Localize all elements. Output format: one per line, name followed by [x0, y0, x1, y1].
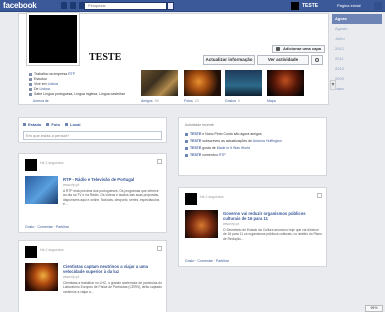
- map-thumbnail[interactable]: [267, 70, 304, 96]
- post-actions[interactable]: Gosto · Comentar · Partilhar: [25, 225, 69, 229]
- timeline-nav-item[interactable]: Agora: [332, 14, 382, 24]
- activity-row: TESTE e Nuno Pinto Couto são agora amigos: [185, 132, 262, 136]
- post-time[interactable]: Há 2 segundos: [40, 161, 64, 165]
- language-icon: [29, 93, 32, 96]
- add-cover-button[interactable]: Adicionar uma capa: [272, 45, 325, 53]
- friends-label[interactable]: Amigos 95: [141, 99, 159, 103]
- tab-photo[interactable]: Foto: [46, 122, 60, 127]
- timeline-nav-item[interactable]: 2011: [332, 54, 382, 64]
- timeline-post: Há 2 segundos Governo vai reduzir organi…: [178, 187, 327, 267]
- comment-icon: [185, 153, 188, 157]
- activity-title: Actividade recente: [185, 123, 214, 127]
- profile-info: Trabalha na empresa RTP Estudou Vive em Li…: [29, 72, 125, 97]
- work-link[interactable]: RTP: [68, 72, 75, 77]
- friends-icon: [185, 132, 188, 136]
- edit-post-icon[interactable]: [317, 193, 322, 198]
- activity-row: TESTE subscreveu as actualizações de Arian…: [185, 139, 282, 143]
- settings-button[interactable]: [311, 55, 323, 65]
- activity-row: TESTE gosta de Made in It Was World: [185, 146, 250, 150]
- account-menu-button[interactable]: [374, 2, 382, 10]
- status-composer: Estado Foto Local Em que estás a pensar?: [18, 117, 167, 143]
- like-icon: [185, 146, 188, 150]
- timeline-nav-item[interactable]: 2009: [332, 74, 382, 84]
- user-name-link[interactable]: TESTE: [302, 3, 318, 9]
- timeline-post: Há 2 segundos Cientistas captam neutrino…: [18, 240, 167, 312]
- timeline-nav-item[interactable]: 2010: [332, 64, 382, 74]
- timeline-nav: Agora Agosto Julho 2012 2011 2010 2009 N…: [332, 14, 382, 94]
- location-icon: [29, 88, 32, 91]
- timeline-nav-item[interactable]: 2012: [332, 44, 382, 54]
- status-input[interactable]: Em que estás a pensar?: [23, 131, 162, 140]
- update-info-button[interactable]: Actualizar informação: [203, 55, 255, 65]
- link-thumbnail[interactable]: [25, 263, 58, 291]
- activity-row: TESTE comentou RTP: [185, 153, 226, 157]
- camera-icon: [276, 47, 280, 51]
- briefcase-icon: [29, 73, 32, 76]
- post-avatar[interactable]: [25, 246, 37, 258]
- home-icon: [29, 83, 32, 86]
- facebook-logo[interactable]: facebook: [3, 1, 37, 10]
- post-avatar[interactable]: [25, 159, 37, 171]
- link-url: www.rtp.pt: [63, 183, 80, 187]
- view-activity-button[interactable]: Ver actividade: [257, 55, 309, 65]
- location-icon: [65, 123, 69, 126]
- post-time[interactable]: Há 2 segundos: [40, 248, 64, 252]
- edit-post-icon[interactable]: [157, 246, 162, 251]
- map-label[interactable]: Mapa: [267, 99, 276, 103]
- notification-icons: [61, 2, 85, 9]
- post-actions[interactable]: Gosto · Comentar · Partilhar: [185, 259, 229, 263]
- tab-status[interactable]: Estado: [23, 122, 41, 127]
- user-avatar[interactable]: [291, 2, 299, 10]
- link-thumbnail[interactable]: [25, 176, 58, 204]
- messages-icon[interactable]: [70, 2, 76, 9]
- link-description: O Secretário de Estado da Cultura anunci…: [223, 228, 322, 241]
- about-link[interactable]: Acerca de: [33, 99, 49, 103]
- info-languages: Sabe Língua portuguesa, Língua inglesa, …: [29, 92, 125, 97]
- timeline-post: Há 2 segundos RTP - Rádio e Televisão de…: [18, 153, 167, 233]
- link-url: www.rtp.pt: [223, 222, 240, 226]
- search-input[interactable]: Pesquisar: [84, 2, 167, 10]
- friend-requests-icon[interactable]: [61, 2, 67, 9]
- add-cover-label: Adicionar uma capa: [283, 46, 322, 51]
- profile-picture[interactable]: [27, 13, 79, 65]
- chevron-down-icon[interactable]: ▾: [330, 80, 336, 90]
- photos-thumbnail[interactable]: [184, 70, 221, 96]
- link-title[interactable]: RTP - Rádio e Televisão de Portugal: [63, 177, 163, 182]
- link-url: www.rtp.pt: [63, 275, 80, 279]
- likes-thumbnail[interactable]: [225, 70, 262, 96]
- zoom-indicator[interactable]: 99%: [365, 305, 383, 312]
- edit-post-icon[interactable]: [157, 159, 162, 164]
- photos-label[interactable]: Fotos 23: [184, 99, 199, 103]
- camera-icon: [46, 123, 50, 126]
- link-title[interactable]: Governo vai reduzir organismos públicos …: [223, 211, 323, 221]
- home-link[interactable]: Página inicial: [337, 3, 361, 8]
- likes-label[interactable]: Gostos 6: [225, 99, 240, 103]
- post-time[interactable]: Há 2 segundos: [200, 195, 224, 199]
- link-description: Cientistas a trabalhar no LHC, o grande …: [63, 281, 162, 294]
- post-avatar[interactable]: [185, 193, 197, 205]
- gear-icon: [315, 58, 319, 62]
- timeline-nav-item[interactable]: Julho: [332, 34, 382, 44]
- link-title[interactable]: Cientistas captam neutrinos a viajar a u…: [63, 264, 163, 274]
- recent-activity: Actividade recente TESTE e Nuno Pinto Cou…: [178, 117, 327, 176]
- subscribe-icon: [185, 139, 188, 143]
- tab-place[interactable]: Local: [65, 122, 80, 127]
- top-bar: facebook Pesquisar TESTE Página inicial: [0, 0, 385, 12]
- pencil-icon: [23, 123, 26, 126]
- friends-thumbnail[interactable]: [141, 70, 178, 96]
- composer-tabs: Estado Foto Local: [23, 122, 80, 127]
- timeline-nav-item[interactable]: Nasc.: [332, 84, 382, 94]
- link-description: A RTP está próxima dos portugueses. Os p…: [63, 189, 160, 206]
- school-icon: [29, 78, 32, 81]
- profile-name[interactable]: TESTE: [89, 52, 121, 63]
- link-thumbnail[interactable]: [185, 210, 218, 238]
- search-button[interactable]: [167, 2, 174, 10]
- timeline-nav-item[interactable]: Agosto: [332, 24, 382, 34]
